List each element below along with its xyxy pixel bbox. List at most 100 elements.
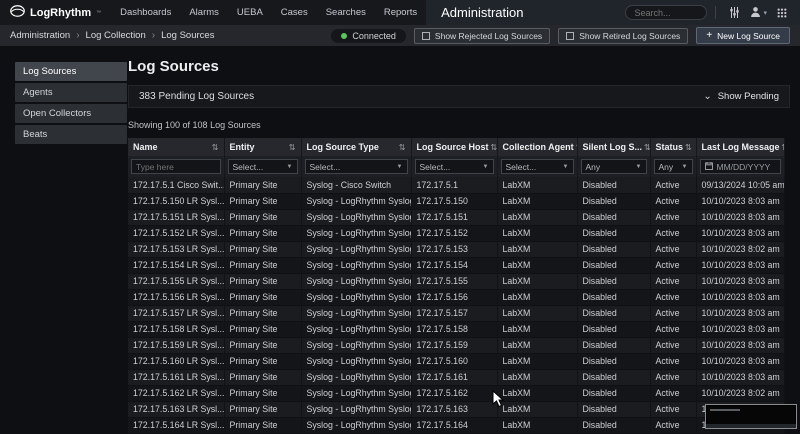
global-search-input[interactable] [625,5,707,20]
cell-last-log-message: 10/10/2023 8:03 am [696,369,784,385]
cell-collection-agent: LabXM [497,209,577,225]
cell-collection-agent: LabXM [497,369,577,385]
cell-last-log-message: 10/10/2023 8:03 am [696,353,784,369]
cell-name: 172.17.5.156 LR Sysl... [128,289,224,305]
cell-entity: Primary Site [224,273,301,289]
sort-icon: ⇅ [491,143,497,152]
breadcrumb-log-collection[interactable]: Log Collection [86,30,146,41]
table-row[interactable]: 172.17.5.150 LR Sysl... Primary Site Sys… [128,193,784,209]
table-row[interactable]: 172.17.5.156 LR Sysl... Primary Site Sys… [128,289,784,305]
sidebar-item[interactable]: Log Sources [15,62,127,81]
nav-item[interactable]: UEBA [228,0,272,25]
status-filter-select[interactable]: Any ▼ [654,159,693,174]
cell-name: 172.17.5.160 LR Sysl... [128,353,224,369]
nav-item[interactable]: Reports [375,0,426,25]
last-log-date-filter[interactable]: MM/DD/YYYY [700,159,781,174]
collection-agent-filter-select[interactable]: Select... ▼ [501,159,574,174]
nav-item-administration[interactable]: Administration [426,0,538,25]
table-row[interactable]: 172.17.5.1 Cisco Swit... Primary Site Sy… [128,177,784,193]
table-row[interactable]: 172.17.5.154 LR Sysl... Primary Site Sys… [128,257,784,273]
calendar-icon [705,162,713,172]
cell-collection-agent: LabXM [497,289,577,305]
table-row[interactable]: 172.17.5.155 LR Sysl... Primary Site Sys… [128,273,784,289]
pending-count-label: 383 Pending Log Sources [139,91,254,102]
cell-silent-log: Disabled [577,321,650,337]
table-row[interactable]: 172.17.5.151 LR Sysl... Primary Site Sys… [128,209,784,225]
connected-dot-icon [341,33,347,39]
column-header[interactable]: Silent Log S... ⇅ [577,138,650,156]
nav-item[interactable]: Cases [272,0,317,25]
cell-silent-log: Disabled [577,353,650,369]
cell-entity: Primary Site [224,193,301,209]
show-rejected-checkbox[interactable]: Show Rejected Log Sources [414,28,550,44]
table-row[interactable]: 172.17.5.157 LR Sysl... Primary Site Sys… [128,305,784,321]
table-row[interactable]: 172.17.5.160 LR Sysl... Primary Site Sys… [128,353,784,369]
showing-count-label: Showing 100 of 108 Log Sources [128,120,790,130]
cell-status: Active [650,369,696,385]
cell-collection-agent: LabXM [497,273,577,289]
log-source-host-filter-select[interactable]: Select... ▼ [415,159,494,174]
silent-log-filter-select[interactable]: Any ▼ [581,159,647,174]
table-row[interactable]: 172.17.5.152 LR Sysl... Primary Site Sys… [128,225,784,241]
sidebar-item-label: Beats [23,129,47,140]
table-row[interactable]: 172.17.5.159 LR Sysl... Primary Site Sys… [128,337,784,353]
mini-preview-window[interactable] [705,404,797,429]
user-menu[interactable]: ▾ [745,6,772,20]
checkbox-icon [566,32,574,40]
column-header[interactable]: Last Log Message ⇅ [696,138,784,156]
sort-icon: ⇅ [782,143,784,152]
name-filter-input[interactable] [131,159,221,174]
cell-log-source-host: 172.17.5.153 [411,241,497,257]
cell-status: Active [650,209,696,225]
nav-item[interactable]: Searches [317,0,375,25]
table-row[interactable]: 172.17.5.153 LR Sysl... Primary Site Sys… [128,241,784,257]
cell-entity: Primary Site [224,289,301,305]
column-header[interactable]: Log Source Host ⇅ [411,138,497,156]
chevron-down-icon: ▼ [682,164,688,170]
breadcrumb-log-sources[interactable]: Log Sources [161,30,214,41]
silent-log-filter-value: Any [586,162,601,172]
show-pending-toggle[interactable]: ⌄ Show Pending [703,91,779,102]
table-row[interactable]: 172.17.5.161 LR Sysl... Primary Site Sys… [128,369,784,385]
cell-log-source-type: Syslog - Cisco Switch [301,177,411,193]
new-log-source-button[interactable]: + New Log Source [696,27,790,44]
table-row[interactable]: 172.17.5.162 LR Sysl... Primary Site Sys… [128,385,784,401]
column-header[interactable]: Entity ⇅ [224,138,301,156]
cell-name: 172.17.5.164 LR Sysl... [128,417,224,433]
cell-silent-log: Disabled [577,305,650,321]
cell-silent-log: Disabled [577,177,650,193]
cell-log-source-host: 172.17.5.155 [411,273,497,289]
cell-name: 172.17.5.154 LR Sysl... [128,257,224,273]
status-filter-value: Any [659,162,674,172]
sidebar-item[interactable]: Open Collectors [15,104,127,123]
entity-filter-select[interactable]: Select... ▼ [228,159,298,174]
table-row[interactable]: 172.17.5.158 LR Sysl... Primary Site Sys… [128,321,784,337]
cell-status: Active [650,417,696,433]
app-grid-icon[interactable] [772,8,792,18]
cell-log-source-type: Syslog - LogRhythm Syslog Ge... [301,401,411,417]
column-header[interactable]: Collection Agent ⇅ [497,138,577,156]
show-retired-checkbox[interactable]: Show Retired Log Sources [558,28,688,44]
top-nav-right: Administration ▾ [426,0,800,25]
column-header-label: Name [133,142,158,152]
cell-entity: Primary Site [224,225,301,241]
column-header[interactable]: Status ⇅ [650,138,696,156]
sidebar-item[interactable]: Beats [15,125,127,144]
preferences-sliders-icon[interactable] [724,7,745,18]
logrhythm-logo[interactable]: LogRhythm ™ [0,0,111,25]
nav-item[interactable]: Alarms [180,0,228,25]
table-row[interactable]: 172.17.5.164 LR Sysl... Primary Site Sys… [128,417,784,433]
log-source-type-filter-select[interactable]: Select... ▼ [305,159,408,174]
cell-log-source-host: 172.17.5.163 [411,401,497,417]
cell-status: Active [650,401,696,417]
nav-item[interactable]: Dashboards [111,0,180,25]
table-row[interactable]: 172.17.5.163 LR Sysl... Primary Site Sys… [128,401,784,417]
cell-name: 172.17.5.162 LR Sysl... [128,385,224,401]
cell-silent-log: Disabled [577,273,650,289]
column-header[interactable]: Log Source Type ⇅ [301,138,411,156]
new-log-source-label: New Log Source [717,31,780,41]
sidebar-item[interactable]: Agents [15,83,127,102]
cell-log-source-host: 172.17.5.164 [411,417,497,433]
column-header[interactable]: Name ⇅ [128,138,224,156]
breadcrumb-administration[interactable]: Administration [10,30,70,41]
